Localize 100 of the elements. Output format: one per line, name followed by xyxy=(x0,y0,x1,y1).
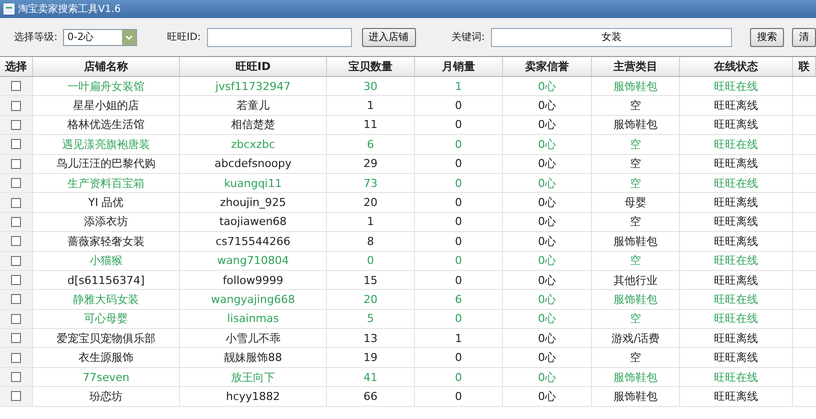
table-cell: 0 xyxy=(415,387,503,406)
table-cell: 0 xyxy=(415,368,503,386)
table-cell: 0 xyxy=(415,193,503,212)
table-cell: follow9999 xyxy=(180,270,327,290)
table-cell: 衣生源服饰 xyxy=(33,348,180,367)
column-header[interactable]: 卖家信誉 xyxy=(503,57,592,76)
table-cell: 1 xyxy=(415,77,503,96)
search-button[interactable]: 搜索 xyxy=(750,28,784,46)
table-cell: 空 xyxy=(592,96,680,115)
table-cell: 旺旺离线 xyxy=(680,116,793,134)
level-dropdown[interactable]: 0-2心 xyxy=(63,28,137,46)
table-cell: zbcxzbc xyxy=(180,135,327,154)
table-cell: 0心 xyxy=(503,270,592,290)
row-checkbox[interactable] xyxy=(11,372,21,382)
table-cell: kuangqi11 xyxy=(180,174,327,192)
table-cell: 相信楚楚 xyxy=(180,116,327,134)
column-header[interactable]: 在线状态 xyxy=(680,57,793,76)
table-cell: 0心 xyxy=(503,154,592,173)
row-checkbox[interactable] xyxy=(11,294,21,304)
wangwang-field[interactable] xyxy=(206,28,352,46)
table-cell: YI 品优 xyxy=(33,193,180,212)
table-cell: 若童儿 xyxy=(180,96,327,115)
row-checkbox[interactable] xyxy=(11,178,21,188)
table-cell: 空 xyxy=(592,154,680,173)
table-cell: 0心 xyxy=(503,116,592,134)
column-header[interactable]: 店铺名称 xyxy=(33,57,180,76)
table-cell: 19 xyxy=(327,348,415,367)
table-cell: 66 xyxy=(327,387,415,406)
table-cell: 旺旺离线 xyxy=(680,212,793,232)
table-cell: 服饰鞋包 xyxy=(592,387,680,406)
row-checkbox[interactable] xyxy=(11,275,21,286)
table-cell: 0心 xyxy=(503,135,592,154)
table-cell: 空 xyxy=(592,212,680,232)
table-cell: 旺旺在线 xyxy=(680,310,793,328)
keyword-field[interactable]: 女装 xyxy=(490,28,732,46)
row-checkbox[interactable] xyxy=(11,391,21,402)
column-header[interactable]: 宝贝数量 xyxy=(327,57,415,76)
table-cell: 6 xyxy=(327,135,415,154)
table-cell: 旺旺离线 xyxy=(680,329,793,348)
column-header[interactable]: 联 xyxy=(793,57,816,76)
clear-button[interactable]: 清 xyxy=(792,28,816,46)
table-cell: lisainmas xyxy=(180,310,327,328)
table-cell: 0 xyxy=(415,310,503,328)
row-checkbox[interactable] xyxy=(11,236,21,246)
table-cell: 0 xyxy=(415,154,503,173)
table-cell: 0 xyxy=(415,135,503,154)
table-cell: 靓妹服饰88 xyxy=(180,348,327,367)
column-header[interactable]: 旺旺ID xyxy=(180,57,327,76)
table-cell: 0 xyxy=(327,252,415,270)
table-cell: wangyajing668 xyxy=(180,290,327,309)
table-cell: 爱宠宝贝宠物俱乐部 xyxy=(33,329,180,348)
table-cell: 星星小姐的店 xyxy=(33,96,180,115)
row-checkbox[interactable] xyxy=(11,198,21,208)
table-cell: 空 xyxy=(592,135,680,154)
column-header[interactable]: 选择 xyxy=(0,57,33,76)
table-cell: 20 xyxy=(327,290,415,309)
table-cell: 旺旺离线 xyxy=(680,348,793,367)
keyword-label: 关键词: xyxy=(452,30,485,44)
row-checkbox[interactable] xyxy=(11,216,21,227)
table-cell: 放王向下 xyxy=(180,368,327,386)
table-cell: 11 xyxy=(327,116,415,134)
table-cell: 可心母婴 xyxy=(33,310,180,328)
table-cell: d[s61156374] xyxy=(33,270,180,290)
table-cell: 0 xyxy=(415,348,503,367)
table-cell: 旺旺在线 xyxy=(680,252,793,270)
row-checkbox[interactable] xyxy=(11,333,21,344)
table-cell: 29 xyxy=(327,154,415,173)
row-checkbox[interactable] xyxy=(11,120,21,130)
table-cell: 0 xyxy=(415,174,503,192)
table-cell: abcdefsnoopy xyxy=(180,154,327,173)
enter-shop-button[interactable]: 进入店铺 xyxy=(362,28,416,46)
table-cell: zhoujin_925 xyxy=(180,193,327,212)
table-cell: 旺旺离线 xyxy=(680,270,793,290)
table-cell: 旺旺离线 xyxy=(680,96,793,115)
table-cell: 1 xyxy=(327,212,415,232)
table-cell: 13 xyxy=(327,329,415,348)
table-cell: 30 xyxy=(327,77,415,96)
table-cell: 格林优选生活馆 xyxy=(33,116,180,134)
table-cell: 1 xyxy=(415,329,503,348)
row-checkbox[interactable] xyxy=(11,314,21,324)
table-cell: 空 xyxy=(592,174,680,192)
column-header[interactable]: 主营类目 xyxy=(592,57,680,76)
table-cell: taojiawen68 xyxy=(180,212,327,232)
table-cell: 小雪儿不乖 xyxy=(180,329,327,348)
row-checkbox[interactable] xyxy=(11,81,21,92)
table-cell: 0 xyxy=(415,212,503,232)
table-cell: 服饰鞋包 xyxy=(592,77,680,96)
table-cell: 旺旺在线 xyxy=(680,368,793,386)
row-checkbox[interactable] xyxy=(11,352,21,363)
table-cell: jvsf11732947 xyxy=(180,77,327,96)
column-header[interactable]: 月销量 xyxy=(415,57,503,76)
table-cell: 0心 xyxy=(503,252,592,270)
table-cell: 旺旺在线 xyxy=(680,174,793,192)
table-cell: 0心 xyxy=(503,193,592,212)
row-checkbox[interactable] xyxy=(11,256,21,266)
table-cell: 73 xyxy=(327,174,415,192)
row-checkbox[interactable] xyxy=(11,139,21,150)
table-cell: 0 xyxy=(415,252,503,270)
row-checkbox[interactable] xyxy=(11,100,21,111)
row-checkbox[interactable] xyxy=(11,158,21,169)
